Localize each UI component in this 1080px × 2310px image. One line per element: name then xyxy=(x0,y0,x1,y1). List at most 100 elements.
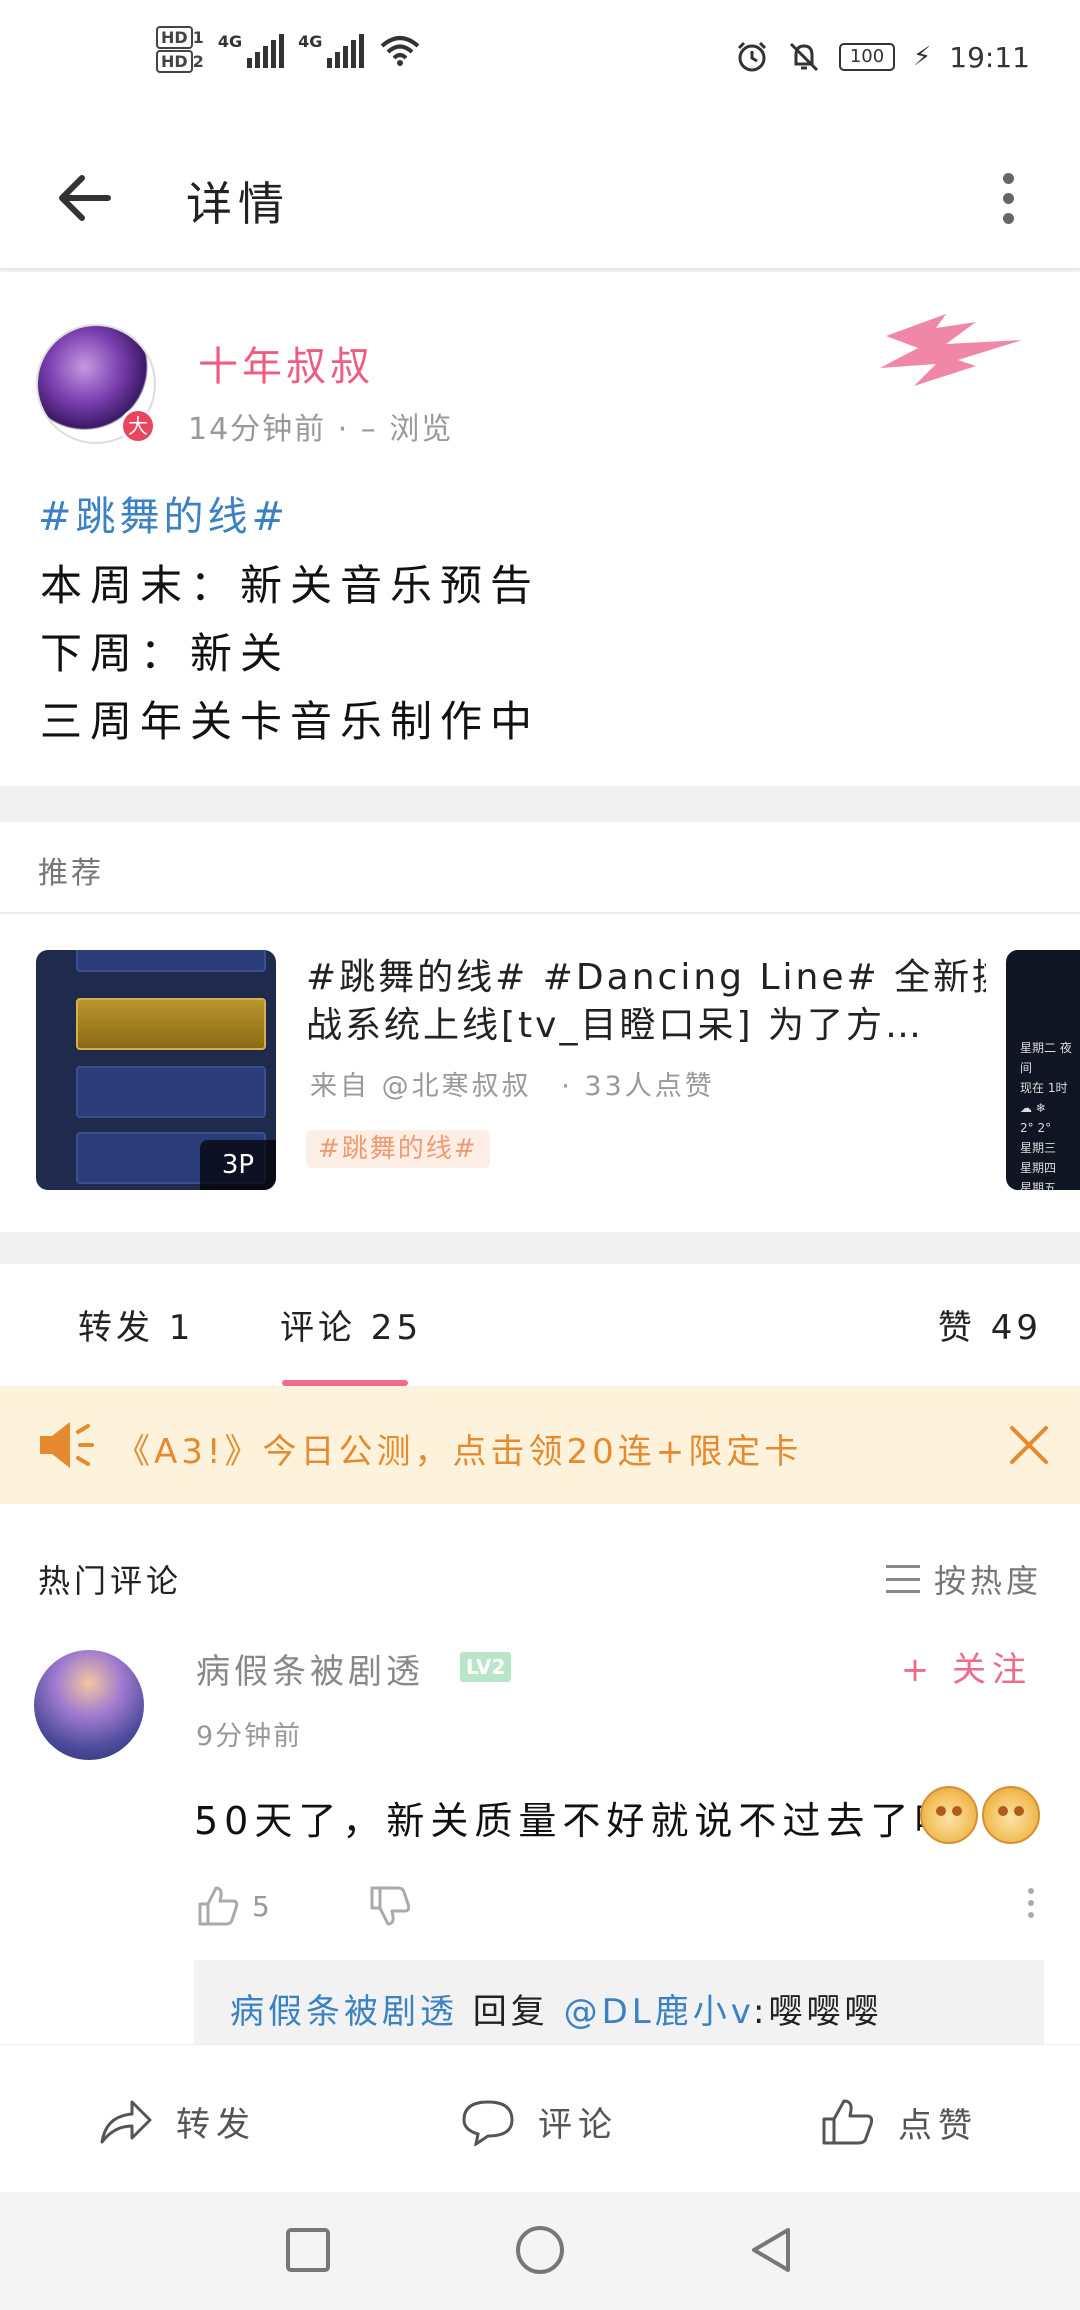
post-hashtag[interactable]: #跳舞的线# xyxy=(38,484,289,542)
share-icon xyxy=(100,2100,152,2143)
hot-comments-header: 热门评论 按热度 xyxy=(0,1534,1080,1624)
promo-banner[interactable]: 《A3!》今日公测，点击领20连+限定卡 xyxy=(0,1386,1080,1504)
level-badge: LV2 xyxy=(460,1652,512,1682)
comment-item: 病假条被剧透 LV2 + 关注 9分钟前 50天了，新关质量不好就说不过去了吧 … xyxy=(0,1634,1080,2044)
charging-icon: ⚡ xyxy=(913,42,932,72)
recommend-meta: 来自 @北寒叔叔 · 33人点赞 xyxy=(310,1064,715,1103)
signal-1-icon: 4G xyxy=(217,32,285,68)
comment-label: 评论 xyxy=(538,2105,618,2145)
thumb-up-icon xyxy=(822,2099,874,2145)
next-recommend-card[interactable]: 星期二 夜间 现在 1时 ☁ ❄ 2° 2° 星期三 星期四 星期五 xyxy=(1006,950,1080,1190)
doge-emoji-icon xyxy=(982,1786,1040,1844)
square-nav-icon[interactable] xyxy=(280,2222,336,2278)
hd-indicator: HD 1 HD 2 xyxy=(156,26,204,73)
more-options-button[interactable] xyxy=(970,160,1046,236)
forward-label: 转发 xyxy=(176,2105,256,2145)
recommend-title: 推荐 xyxy=(38,856,104,891)
reply-verb: 回复 xyxy=(458,1992,564,2032)
recommend-card[interactable]: 3P #跳舞的线# #Dancing Line# 全新挑 战系统上线[tv_目瞪… xyxy=(0,916,1080,1232)
sort-lines-icon xyxy=(885,1565,920,1593)
commenter-name[interactable]: 病假条被剧透 xyxy=(196,1644,424,1693)
like-label: 点赞 xyxy=(898,2105,978,2146)
side-card-text: ☁ ❄ xyxy=(1020,1101,1046,1115)
signal-2-icon: 4G xyxy=(298,32,365,68)
clock: 19:11 xyxy=(949,40,1030,74)
comment-icon xyxy=(462,2099,514,2146)
close-icon[interactable] xyxy=(1004,1420,1054,1470)
hot-comments-title: 热门评论 xyxy=(38,1562,183,1600)
section-divider xyxy=(0,786,1080,822)
post-time: 14分钟前 xyxy=(188,412,327,447)
verified-badge: 大 xyxy=(120,408,156,444)
reply-preview[interactable]: 病假条被剧透 回复 @DL鹿小v:嘤嘤嘤 xyxy=(194,1960,1044,2044)
circle-nav-icon[interactable] xyxy=(512,2222,568,2278)
post-card: 大 十年叔叔 14分钟前 · – 浏览 #跳舞的线# 本周末：新关音乐预告 下周… xyxy=(0,272,1080,786)
recommend-header: 推荐 xyxy=(0,822,1080,914)
hd1-sub: 1 xyxy=(192,28,204,47)
recommend-tag[interactable]: #跳舞的线# xyxy=(306,1130,490,1168)
status-left: HD 1 HD 2 4G 4G xyxy=(156,26,422,73)
comment-button[interactable]: 评论 xyxy=(460,2097,618,2146)
banner-text[interactable]: 《A3!》今日公测，点击领20连+限定卡 xyxy=(116,1424,802,1473)
wifi-icon xyxy=(381,36,420,66)
post-views: · – 浏览 xyxy=(337,412,454,447)
net1-label: 4G xyxy=(217,32,243,51)
battery-icon: 100 xyxy=(839,43,896,71)
mute-bell-icon xyxy=(789,42,819,72)
tab-likes[interactable]: 赞 49 xyxy=(938,1300,1042,1349)
side-card-text: 星期四 xyxy=(1020,1161,1057,1175)
recommend-likes: · 33人点赞 xyxy=(561,1071,715,1102)
page-title: 详情 xyxy=(186,177,290,231)
post-line-2: 下周：新关 xyxy=(40,629,291,678)
comment-like-count: 5 xyxy=(252,1889,270,1923)
comment-time: 9分钟前 xyxy=(196,1721,303,1752)
sort-label: 按热度 xyxy=(933,1562,1042,1600)
recommend-source: 来自 @北寒叔叔 xyxy=(310,1071,532,1102)
recommend-thumbnail[interactable]: 3P xyxy=(36,950,276,1190)
thumb-up-icon xyxy=(198,1886,239,1926)
more-vertical-icon xyxy=(1002,172,1014,184)
hd2-sub: 2 xyxy=(192,52,204,71)
triangle-back-icon[interactable] xyxy=(744,2222,800,2278)
net2-label: 4G xyxy=(298,32,323,51)
author-name[interactable]: 十年叔叔 xyxy=(198,334,374,392)
side-card-text: 星期二 夜间 xyxy=(1020,1041,1072,1075)
status-right: 100 ⚡ 19:11 xyxy=(735,40,1030,74)
post-meta: 14分钟前 · – 浏览 xyxy=(188,404,453,448)
app-bar: 详情 xyxy=(0,126,1080,270)
speaker-icon xyxy=(40,1422,94,1468)
tab-forward[interactable]: 转发 1 xyxy=(78,1300,194,1349)
doge-emoji-icon xyxy=(920,1786,978,1844)
sort-button[interactable]: 按热度 xyxy=(885,1556,1042,1602)
comment-dislike-button[interactable] xyxy=(368,1884,412,1932)
recommend-title-line2[interactable]: 战系统上线[tv_目瞪口呆] 为了方… xyxy=(306,1002,971,1050)
status-bar: HD 1 HD 2 4G 4G 100 ⚡ 19:11 xyxy=(0,0,1080,126)
forward-button[interactable]: 转发 xyxy=(98,2097,256,2146)
post-line-3: 三周年关卡音乐制作中 xyxy=(40,697,541,746)
commenter-avatar[interactable] xyxy=(34,1650,144,1760)
alarm-icon xyxy=(737,41,767,72)
reply-mention[interactable]: @DL鹿小v xyxy=(564,1992,753,2032)
back-button[interactable] xyxy=(52,162,124,234)
side-card-text: 星期三 xyxy=(1020,1141,1057,1155)
hd2-badge: HD xyxy=(156,50,193,73)
comment-more-button[interactable] xyxy=(1028,1888,1034,1918)
comment-text: 50天了，新关质量不好就说不过去了吧 xyxy=(194,1799,959,1843)
tab-comments[interactable]: 评论 25 xyxy=(280,1300,422,1349)
section-divider xyxy=(0,1232,1080,1264)
reply-author[interactable]: 病假条被剧透 xyxy=(230,1992,458,2032)
reply-text: :嘤嘤嘤 xyxy=(753,1992,883,2032)
thumb-down-icon xyxy=(370,1886,411,1926)
side-card-text: 现在 1时 xyxy=(1020,1081,1068,1095)
like-button[interactable]: 点赞 xyxy=(820,2097,978,2147)
image-count-badge: 3P xyxy=(200,1140,276,1190)
brand-logo-icon xyxy=(880,314,1022,386)
follow-button[interactable]: + 关注 xyxy=(901,1642,1032,1691)
back-arrow-icon xyxy=(59,175,111,221)
tabs-bar: 转发 1 评论 25 赞 49 xyxy=(0,1264,1080,1386)
side-card-text: 2° 2° xyxy=(1020,1121,1052,1135)
bottom-action-bar: 转发 评论 点赞 xyxy=(0,2044,1080,2192)
recommend-title-line1[interactable]: #跳舞的线# #Dancing Line# 全新挑 xyxy=(306,954,986,1002)
system-nav-bar xyxy=(0,2192,1080,2310)
comment-like-button[interactable]: 5 xyxy=(196,1884,270,1928)
